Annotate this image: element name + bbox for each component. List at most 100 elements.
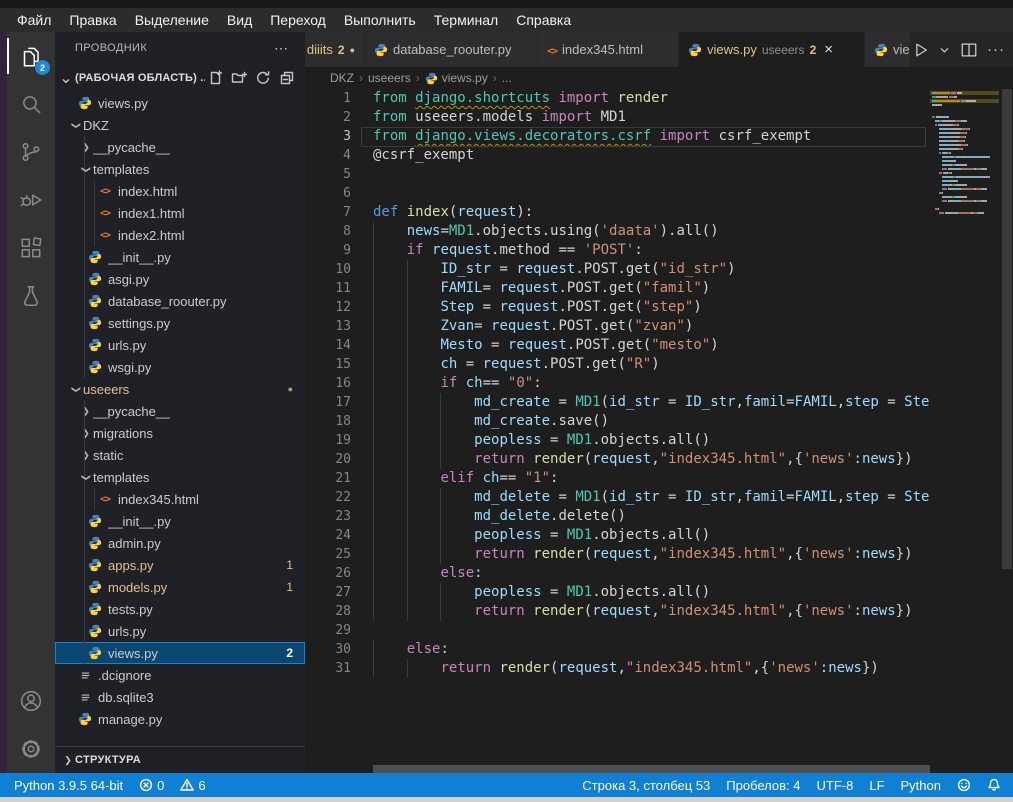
status-Строка 3, столбец 53[interactable]: Строка 3, столбец 53 — [582, 778, 710, 793]
tree-item-database_roouter.py[interactable]: database_roouter.py — [55, 290, 305, 312]
minimap[interactable] — [930, 91, 999, 215]
tree-item-templates[interactable]: ❯templates — [55, 466, 305, 488]
status-Пробелов: 4[interactable]: Пробелов: 4 — [726, 778, 800, 793]
activity-settings-icon[interactable] — [7, 725, 55, 773]
tree-item-views.py[interactable]: views.py — [55, 92, 305, 114]
tree-item-asgi.py[interactable]: asgi.py — [55, 268, 305, 290]
tree-item-models.py[interactable]: models.py1 — [55, 576, 305, 598]
tree-item-__init__.py[interactable]: __init__.py — [55, 246, 305, 268]
code-line-5[interactable]: 5 — [305, 165, 930, 184]
tree-item-__pycache__[interactable]: ❯__pycache__ — [55, 136, 305, 158]
status-warning[interactable]: 6 — [180, 778, 205, 793]
code-line-7[interactable]: 7def index(request): — [305, 203, 930, 222]
breadcrumb-DKZ[interactable]: DKZ — [330, 71, 354, 85]
tree-item-DKZ[interactable]: ❯DKZ — [55, 114, 305, 136]
tree-item-templates[interactable]: ❯templates — [55, 158, 305, 180]
vertical-scrollbar[interactable] — [1001, 89, 1013, 773]
horizontal-scrollbar[interactable] — [373, 765, 930, 773]
chevron-down-icon[interactable] — [938, 43, 951, 56]
activity-search-icon[interactable] — [7, 80, 55, 128]
code-line-22[interactable]: 22 md_delete = MD1(id_str = ID_str,famil… — [305, 488, 930, 507]
code-line-4[interactable]: 4@csrf_exempt — [305, 146, 930, 165]
tree-item-useeers[interactable]: ❯useeers● — [55, 378, 305, 400]
tree-item-static[interactable]: ❯static — [55, 444, 305, 466]
tree-item-migrations[interactable]: ❯migrations — [55, 422, 305, 444]
status-error[interactable]: 0 — [139, 778, 164, 793]
status-LF[interactable]: LF — [869, 778, 884, 793]
code-line-12[interactable]: 12 Step = request.POST.get("step") — [305, 298, 930, 317]
status-feedback[interactable] — [957, 778, 971, 792]
tree-item-index345.html[interactable]: <>index345.html — [55, 488, 305, 510]
code-line-3[interactable]: 3from django.views.decorators.csrf impor… — [305, 127, 930, 146]
tab-views.py[interactable]: views.pyuseeers2× — [679, 32, 865, 67]
code-line-27[interactable]: 27 peopless = MD1.objects.all() — [305, 583, 930, 602]
tab-diiits[interactable]: diiits2● — [305, 32, 365, 67]
menu-Терминал[interactable]: Терминал — [425, 8, 507, 32]
workspace-section-header[interactable]: ⌄ (РАБОЧАЯ ОБЛАСТЬ) ... — [55, 66, 305, 90]
code-line-16[interactable]: 16 if ch== "0": — [305, 374, 930, 393]
menu-Переход[interactable]: Переход — [261, 8, 335, 32]
breadcrumb-...[interactable]: ... — [502, 71, 512, 85]
collapse-all-icon[interactable] — [279, 70, 295, 86]
tree-item-index.html[interactable]: <>index.html — [55, 180, 305, 202]
tree-item-.dcignore[interactable]: .dcignore — [55, 664, 305, 686]
tree-item-manage.py[interactable]: manage.py — [55, 708, 305, 730]
code-line-26[interactable]: 26 else: — [305, 564, 930, 583]
tree-item-admin.py[interactable]: admin.py — [55, 532, 305, 554]
tree-item-index1.html[interactable]: <>index1.html — [55, 202, 305, 224]
tree-item-urls.py[interactable]: urls.py — [55, 620, 305, 642]
tree-item-apps.py[interactable]: apps.py1 — [55, 554, 305, 576]
tab-index345.html[interactable]: <>index345.html — [538, 32, 679, 67]
menu-Правка[interactable]: Правка — [60, 8, 125, 32]
code-line-9[interactable]: 9 if request.method == 'POST': — [305, 241, 930, 260]
sidebar-more-actions-icon[interactable]: ⋯ — [274, 40, 289, 57]
run-icon[interactable] — [911, 41, 929, 59]
code-line-19[interactable]: 19 peopless = MD1.objects.all() — [305, 431, 930, 450]
code-editor[interactable]: 1from django.shortcuts import render2fro… — [305, 89, 1013, 773]
tree-item-wsgi.py[interactable]: wsgi.py — [55, 356, 305, 378]
close-icon[interactable]: × — [824, 41, 833, 58]
tree-item-db.sqlite3[interactable]: db.sqlite3 — [55, 686, 305, 708]
code-line-18[interactable]: 18 md_create.save() — [305, 412, 930, 431]
code-line-20[interactable]: 20 return render(request,"index345.html"… — [305, 450, 930, 469]
tab-vie[interactable]: vie — [865, 32, 911, 67]
tree-item-__pycache__[interactable]: ❯__pycache__ — [55, 400, 305, 422]
menu-Справка[interactable]: Справка — [507, 8, 580, 32]
breadcrumb-views.py[interactable]: views.py — [425, 71, 488, 85]
code-line-14[interactable]: 14 Mesto = request.POST.get("mesto") — [305, 336, 930, 355]
code-line-10[interactable]: 10 ID_str = request.POST.get("id_str") — [305, 260, 930, 279]
status-Python[interactable]: Python — [901, 778, 941, 793]
code-line-31[interactable]: 31 return render(request,"index345.html"… — [305, 659, 930, 678]
code-line-21[interactable]: 21 elif ch== "1": — [305, 469, 930, 488]
code-line-15[interactable]: 15 ch = request.POST.get("R") — [305, 355, 930, 374]
activity-run-debug-icon[interactable] — [7, 176, 55, 224]
refresh-icon[interactable] — [255, 70, 271, 86]
new-file-icon[interactable] — [207, 70, 223, 86]
more-icon[interactable]: ··· — [987, 45, 1005, 55]
code-line-29[interactable]: 29 — [305, 621, 930, 640]
code-line-8[interactable]: 8 news=MD1.objects.using('daata').all() — [305, 222, 930, 241]
menu-Вид[interactable]: Вид — [218, 8, 261, 32]
tree-item-tests.py[interactable]: tests.py — [55, 598, 305, 620]
code-line-11[interactable]: 11 FAMIL= request.POST.get("famil") — [305, 279, 930, 298]
activity-extensions-icon[interactable] — [7, 224, 55, 272]
outline-section-header[interactable]: ❯ СТРУКТУРА — [55, 746, 305, 773]
code-line-1[interactable]: 1from django.shortcuts import render — [305, 89, 930, 108]
new-folder-icon[interactable] — [231, 70, 247, 86]
tree-item-views.py[interactable]: views.py2 — [55, 642, 305, 664]
code-line-17[interactable]: 17 md_create = MD1(id_str = ID_str,famil… — [305, 393, 930, 412]
code-line-28[interactable]: 28 return render(request,"index345.html"… — [305, 602, 930, 621]
activity-explorer-icon[interactable]: 2 — [7, 32, 55, 80]
tree-item-urls.py[interactable]: urls.py — [55, 334, 305, 356]
status-UTF-8[interactable]: UTF-8 — [817, 778, 854, 793]
code-line-25[interactable]: 25 return render(request,"index345.html"… — [305, 545, 930, 564]
tree-item-settings.py[interactable]: settings.py — [55, 312, 305, 334]
code-line-6[interactable]: 6 — [305, 184, 930, 203]
activity-testing-icon[interactable] — [7, 272, 55, 320]
menu-Выделение[interactable]: Выделение — [126, 8, 218, 32]
code-line-30[interactable]: 30 else: — [305, 640, 930, 659]
activity-source-control-icon[interactable] — [7, 128, 55, 176]
menu-Выполнить[interactable]: Выполнить — [335, 8, 425, 32]
dirty-dot-icon[interactable]: ● — [350, 45, 355, 55]
tab-database_roouter.py[interactable]: database_roouter.py — [365, 32, 538, 67]
